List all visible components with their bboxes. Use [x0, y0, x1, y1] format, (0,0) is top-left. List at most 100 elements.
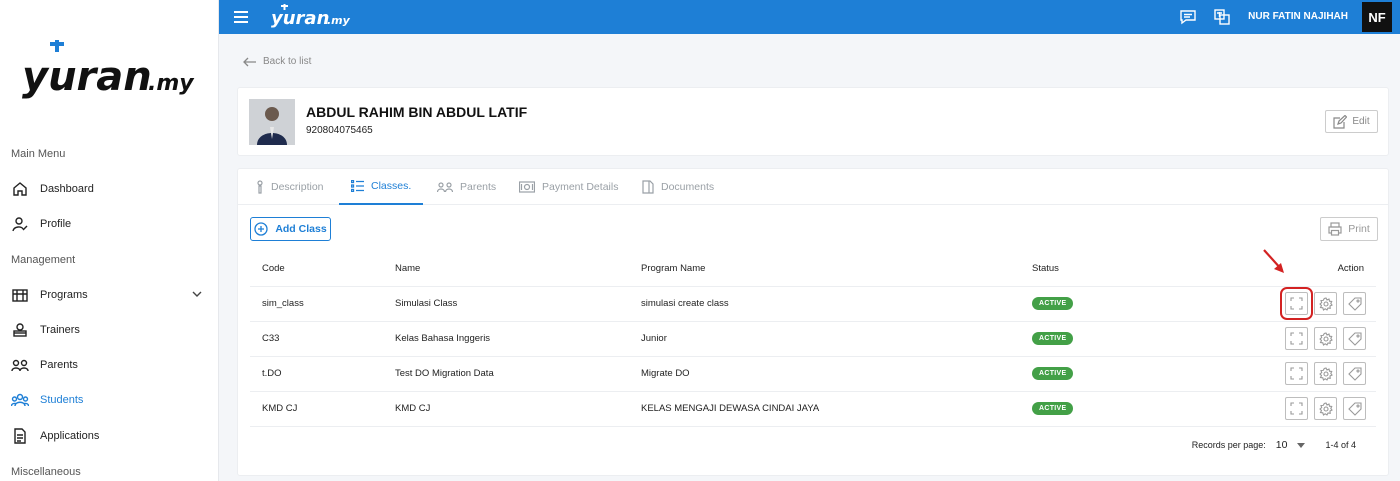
print-label: Print	[1348, 223, 1370, 235]
tag-button[interactable]	[1343, 292, 1366, 315]
gear-icon	[1318, 296, 1333, 311]
svg-text:.my: .my	[148, 71, 195, 96]
column-header-status: Status	[1020, 252, 1200, 287]
settings-button[interactable]	[1314, 292, 1337, 315]
sidebar-item-programs[interactable]: Programs	[11, 281, 211, 309]
translate-icon[interactable]	[1213, 8, 1231, 26]
parents-icon	[437, 182, 453, 193]
tab-label: Description	[271, 181, 324, 193]
print-button[interactable]: Print	[1320, 217, 1378, 241]
sidebar-item-trainers[interactable]: Trainers	[11, 316, 211, 344]
annotation-arrow-icon	[1263, 249, 1284, 273]
arrow-left-icon	[243, 57, 256, 66]
student-id: 920804075465	[306, 125, 373, 136]
tab-payment-details[interactable]: Payment Details	[519, 169, 618, 205]
table-row: t.DO Test DO Migration Data Migrate DO A…	[250, 356, 1376, 392]
sidebar-item-dashboard[interactable]: Dashboard	[11, 175, 211, 203]
table-row: KMD CJ KMD CJ KELAS MENGAJI DEWASA CINDA…	[250, 391, 1376, 427]
expand-button[interactable]	[1285, 362, 1308, 385]
home-icon	[11, 180, 29, 198]
tag-icon	[1347, 331, 1362, 346]
chat-icon[interactable]	[1179, 8, 1197, 26]
sidebar-item-label: Students	[40, 394, 84, 406]
students-icon	[11, 391, 29, 409]
student-photo	[249, 99, 295, 145]
pagination-range: 1-4 of 4	[1325, 440, 1356, 450]
sidebar-item-students[interactable]: Students	[11, 386, 211, 414]
tab-parents[interactable]: Parents	[437, 169, 496, 205]
expand-button[interactable]	[1285, 397, 1308, 420]
cell-name: Test DO Migration Data	[383, 356, 629, 392]
top-bar: yuran .my NUR FATIN NAJIHAH NF	[219, 0, 1400, 34]
payment-icon	[519, 181, 535, 193]
edit-button[interactable]: Edit	[1325, 110, 1378, 133]
sidebar-item-label: Dashboard	[40, 183, 94, 195]
cell-name: Simulasi Class	[383, 286, 629, 322]
add-class-button[interactable]: Add Class	[250, 217, 331, 241]
sidebar-item-label: Programs	[40, 289, 88, 301]
back-to-list-link[interactable]: Back to list	[243, 56, 311, 67]
pagination: Records per page: 10 1-4 of 4	[1192, 439, 1356, 451]
parents-icon	[11, 356, 29, 374]
cell-code: t.DO	[250, 356, 383, 392]
settings-button[interactable]	[1314, 362, 1337, 385]
back-label: Back to list	[263, 56, 312, 67]
per-page-value: 10	[1275, 439, 1288, 451]
tag-button[interactable]	[1343, 327, 1366, 350]
student-header-card: ABDUL RAHIM BIN ABDUL LATIF 920804075465…	[237, 87, 1389, 156]
settings-button[interactable]	[1314, 327, 1337, 350]
gear-icon	[1318, 331, 1333, 346]
status-badge: ACTIVE	[1032, 367, 1074, 380]
expand-icon	[1290, 297, 1303, 310]
hamburger-menu-icon[interactable]	[233, 9, 249, 25]
applications-icon	[11, 427, 29, 445]
yuran-logo[interactable]: yuran .my	[22, 40, 202, 100]
cell-code: KMD CJ	[250, 391, 383, 427]
records-per-page-select[interactable]: 10	[1276, 439, 1306, 451]
user-name[interactable]: NUR FATIN NAJIHAH	[1248, 11, 1348, 22]
sidebar-item-parents[interactable]: Parents	[11, 351, 211, 379]
tag-icon	[1347, 296, 1362, 311]
expand-icon	[1290, 402, 1303, 415]
tag-icon	[1347, 401, 1362, 416]
settings-button[interactable]	[1314, 397, 1337, 420]
cell-code: sim_class	[250, 286, 383, 322]
expand-button[interactable]	[1285, 327, 1308, 350]
trainers-icon	[11, 321, 29, 339]
edit-label: Edit	[1352, 116, 1370, 127]
section-main-menu: Main Menu	[11, 148, 66, 160]
tab-label: Classes.	[371, 180, 412, 192]
tab-classes[interactable]: Classes.	[339, 169, 424, 205]
sidebar-item-label: Trainers	[40, 324, 80, 336]
chevron-down-icon[interactable]	[191, 288, 203, 303]
table-header-row: Code Name Program Name Status Action	[250, 252, 1376, 287]
tab-description[interactable]: Description	[256, 169, 324, 205]
gear-icon	[1318, 401, 1333, 416]
sidebar-item-label: Applications	[40, 430, 100, 442]
edit-icon	[1333, 114, 1348, 129]
sidebar-item-profile[interactable]: Profile	[11, 210, 211, 238]
cell-code: C33	[250, 321, 383, 357]
topbar-logo[interactable]: yuran .my	[271, 4, 351, 35]
tag-button[interactable]	[1343, 397, 1366, 420]
cell-name: KMD CJ	[383, 391, 629, 427]
user-avatar[interactable]: NF	[1362, 2, 1392, 32]
sidebar-item-applications[interactable]: Applications	[11, 422, 211, 450]
list-icon	[351, 180, 364, 192]
add-circle-icon	[254, 222, 268, 236]
expand-icon	[1290, 367, 1303, 380]
tag-button[interactable]	[1343, 362, 1366, 385]
caret-down-icon	[1297, 442, 1306, 448]
tab-documents[interactable]: Documents	[642, 169, 714, 205]
status-badge: ACTIVE	[1032, 332, 1074, 345]
expand-icon	[1290, 332, 1303, 345]
printer-icon	[1328, 222, 1342, 236]
status-badge: ACTIVE	[1032, 402, 1074, 415]
profile-icon	[11, 215, 29, 233]
sidebar-item-label: Profile	[40, 218, 72, 230]
tab-bar: Description Classes. Parents Payment Det…	[238, 169, 1388, 205]
tab-label: Parents	[460, 181, 497, 193]
add-class-label: Add Class	[275, 223, 327, 235]
sidebar: yuran .my Main Menu Dashboard Profile Ma…	[0, 0, 219, 481]
expand-button[interactable]	[1280, 287, 1313, 320]
